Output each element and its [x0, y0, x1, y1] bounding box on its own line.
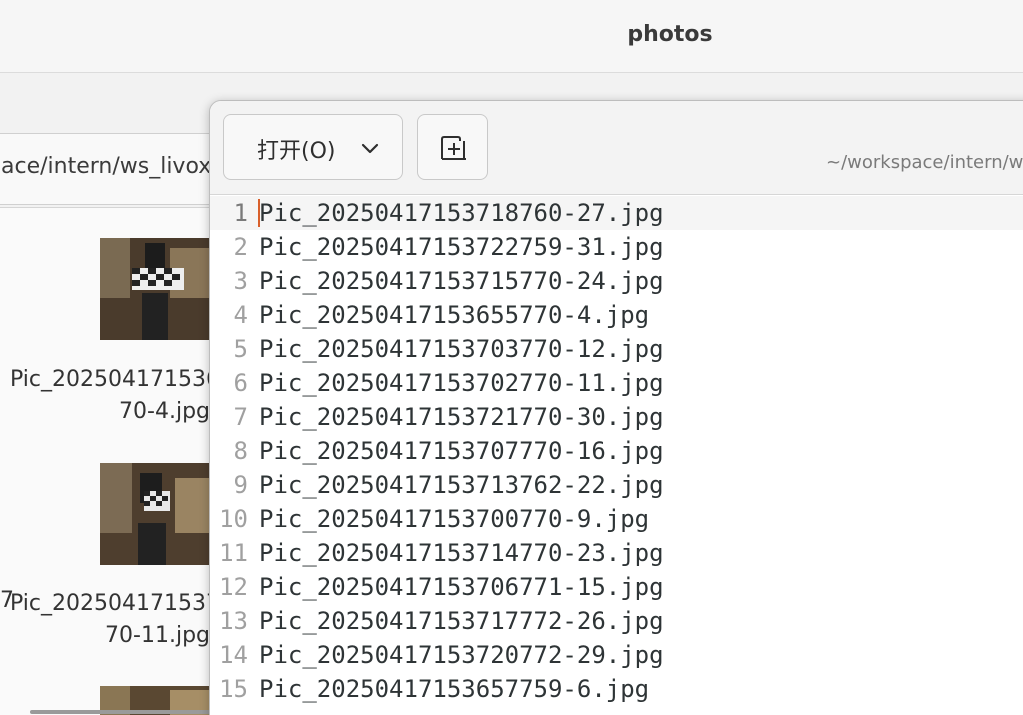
- open-button-label: 打开(O): [257, 139, 336, 164]
- editor-line[interactable]: 7 Pic_20250417153721770-30.jpg: [210, 400, 1023, 434]
- desktop: photos ace/intern/ws_livox/ Pic_20250417…: [0, 0, 1023, 715]
- line-text: Pic_20250417153655770-4.jpg: [259, 301, 650, 329]
- file-thumbnail[interactable]: [100, 463, 210, 565]
- line-number: 10: [219, 505, 248, 533]
- chevron-down-icon: [360, 139, 380, 163]
- file-caption: Pic_20250417153702 70-11.jpg: [10, 588, 248, 652]
- line-number: 13: [219, 607, 248, 635]
- line-number: 14: [219, 641, 248, 669]
- line-number: 6: [233, 369, 248, 397]
- line-number: 5: [233, 335, 248, 363]
- editor-line[interactable]: 1 Pic_20250417153718760-27.jpg: [210, 196, 1023, 230]
- line-text: Pic_20250417153700770-9.jpg: [259, 505, 650, 533]
- line-number: 3: [233, 267, 248, 295]
- line-number: 11: [219, 539, 248, 567]
- line-text: Pic_20250417153702770-11.jpg: [259, 369, 664, 397]
- line-text: Pic_20250417153715770-24.jpg: [259, 267, 664, 295]
- text-editor-window: 打开(O) ~/workspace/intern/ws_livox/ 1 Pic_…: [209, 100, 1023, 715]
- line-text: Pic_20250417153721770-30.jpg: [259, 403, 664, 431]
- line-number: 4: [233, 301, 248, 329]
- editor-line[interactable]: 10 Pic_20250417153700770-9.jpg: [210, 502, 1023, 536]
- file-manager-titlebar: photos: [0, 0, 1023, 73]
- new-tab-icon: [441, 136, 466, 160]
- editor-headerbar: 打开(O) ~/workspace/intern/ws_livox/: [210, 101, 1023, 195]
- open-button[interactable]: 打开(O): [223, 114, 403, 180]
- text-cursor: [258, 199, 260, 227]
- editor-line[interactable]: 11 Pic_20250417153714770-23.jpg: [210, 536, 1023, 570]
- editor-line[interactable]: 6 Pic_20250417153702770-11.jpg: [210, 366, 1023, 400]
- line-text: Pic_20250417153714770-23.jpg: [259, 539, 664, 567]
- path-text: ace/intern/ws_livox/: [1, 154, 219, 179]
- line-text: Pic_20250417153718760-27.jpg: [259, 199, 664, 227]
- new-tab-button[interactable]: [417, 114, 488, 180]
- editor-line[interactable]: 13 Pic_20250417153717772-26.jpg: [210, 604, 1023, 638]
- editor-line[interactable]: 5 Pic_20250417153703770-12.jpg: [210, 332, 1023, 366]
- file-caption-line: Pic_20250417153702: [10, 591, 248, 616]
- editor-line[interactable]: 4 Pic_20250417153655770-4.jpg: [210, 298, 1023, 332]
- line-text: Pic_20250417153706771-15.jpg: [259, 573, 664, 601]
- editor-line[interactable]: 2 Pic_20250417153722759-31.jpg: [210, 230, 1023, 264]
- line-number: 1: [233, 199, 248, 227]
- line-text: Pic_20250417153703770-12.jpg: [259, 335, 664, 363]
- line-number: 8: [233, 437, 248, 465]
- line-text: Pic_20250417153720772-29.jpg: [259, 641, 664, 669]
- file-path-subtitle: ~/workspace/intern/ws_livox/: [826, 152, 1023, 173]
- line-text: Pic_20250417153657759-6.jpg: [259, 675, 650, 703]
- file-caption: Pic_20250417153655 70-4.jpg: [10, 364, 248, 428]
- line-number: 9: [233, 471, 248, 499]
- editor-line[interactable]: 14 Pic_20250417153720772-29.jpg: [210, 638, 1023, 672]
- text-view[interactable]: 1 Pic_20250417153718760-27.jpg 2 Pic_202504…: [210, 195, 1023, 715]
- line-text: Pic_20250417153717772-26.jpg: [259, 607, 664, 635]
- line-number: 12: [219, 573, 248, 601]
- file-caption-line: 70-11.jpg: [105, 623, 210, 648]
- file-caption-line: Pic_20250417153655: [10, 367, 248, 392]
- editor-line[interactable]: 12 Pic_20250417153706771-15.jpg: [210, 570, 1023, 604]
- editor-line[interactable]: 3 Pic_20250417153715770-24.jpg: [210, 264, 1023, 298]
- editor-line[interactable]: 15 Pic_20250417153657759-6.jpg: [210, 672, 1023, 706]
- line-text: Pic_20250417153722759-31.jpg: [259, 233, 664, 261]
- editor-line[interactable]: 8 Pic_20250417153707770-16.jpg: [210, 434, 1023, 468]
- photo-thumbnail-image: [100, 238, 210, 340]
- line-text: Pic_20250417153707770-16.jpg: [259, 437, 664, 465]
- photo-thumbnail-image: [100, 463, 210, 565]
- line-number: 15: [219, 675, 248, 703]
- line-number: 2: [233, 233, 248, 261]
- editor-line[interactable]: 9 Pic_20250417153713762-22.jpg: [210, 468, 1023, 502]
- line-text: Pic_20250417153713762-22.jpg: [259, 471, 664, 499]
- file-thumbnail[interactable]: [100, 238, 210, 340]
- partial-caption-text: 7: [0, 588, 14, 613]
- file-caption-line: 70-4.jpg: [119, 399, 210, 424]
- line-number: 7: [233, 403, 248, 431]
- window-title: photos: [627, 22, 713, 47]
